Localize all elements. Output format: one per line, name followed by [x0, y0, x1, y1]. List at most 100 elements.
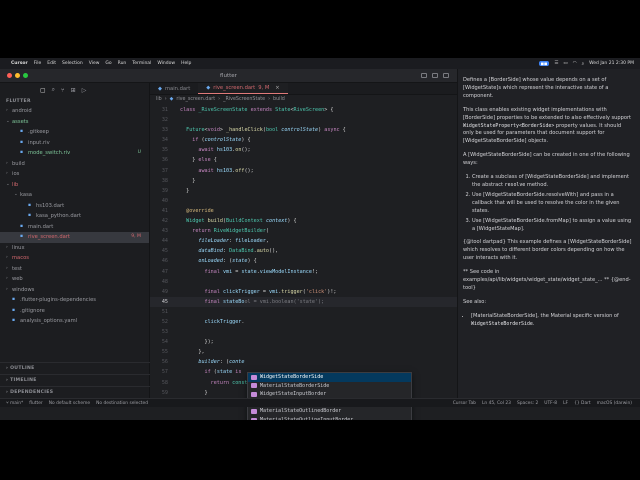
sidebar-item-web[interactable]: › web	[0, 274, 149, 285]
menu-help[interactable]: Help	[181, 61, 191, 66]
screen: Cursor File Edit Selection View Go Run T…	[0, 58, 640, 420]
explorer-icon[interactable]: ▢	[40, 87, 46, 94]
sidebar-item-lib[interactable]: ⌄ lib	[0, 180, 149, 191]
layout-icon[interactable]	[443, 73, 449, 78]
sidebar-item-macos[interactable]: › macos	[0, 253, 149, 264]
suggestion-item[interactable]: MaterialStateBorderSide	[248, 382, 411, 391]
battery-icon[interactable]: ▭	[563, 61, 567, 66]
menu-window[interactable]: Window	[157, 61, 175, 66]
tab-main-dart[interactable]: ◆ main.dart	[150, 83, 198, 94]
sidebar-item-hs103-dart[interactable]: ▪ hs103.dart	[0, 201, 149, 212]
menu-bar: Cursor File Edit Selection View Go Run T…	[0, 58, 640, 69]
toggle-sidebar-icon[interactable]	[421, 73, 427, 78]
file-icon: ▪	[12, 297, 16, 302]
dependencies-section[interactable]: › DEPENDENCIES	[0, 386, 150, 398]
menu-go[interactable]: Go	[105, 61, 111, 66]
menu-cursor[interactable]: Cursor	[11, 61, 28, 66]
editor-tabs: ◆ main.dart ◆ rive_screen.dart 9, M ×	[150, 83, 457, 95]
sidebar-item-main-dart[interactable]: ▪ main.dart	[0, 222, 149, 233]
sidebar-item-label: mode_switch.riv	[28, 150, 71, 156]
encoding-status[interactable]: UTF-8	[544, 401, 557, 406]
code-line: 54 });	[161, 339, 214, 346]
menu-run[interactable]: Run	[118, 61, 127, 66]
git-branch[interactable]: ⑂ main*	[6, 400, 23, 406]
sidebar-item-build[interactable]: › build	[0, 159, 149, 170]
class-symbol-icon	[251, 383, 257, 389]
code-line: 51	[161, 308, 168, 315]
suggestion-item[interactable]: WidgetStateBorderSide	[248, 373, 411, 382]
doc-list-item: Use [WidgetStateBorderSide.resolveWith] …	[472, 192, 633, 216]
sidebar-item-label: lib	[12, 181, 19, 188]
sidebar-item-windows[interactable]: › windows	[0, 285, 149, 296]
git-status-badge: U	[137, 150, 141, 155]
status-bar: ⑂ main* flutter No default scheme No des…	[0, 398, 640, 407]
device-status[interactable]: macOS (darwin)	[597, 401, 632, 406]
sidebar-item-mode-switch-riv[interactable]: ▪ mode_switch.riv U	[0, 148, 149, 159]
extensions-icon[interactable]: ⊞	[71, 87, 76, 94]
sidebar-item-analysis-options-yaml[interactable]: ▪ analysis_options.yaml	[0, 316, 149, 327]
breadcrumb: lib › ◆ rive_screen.dart › _RiveScreenStat…	[150, 95, 457, 105]
code-line: 44 fileLoader: fileLoader,	[161, 238, 269, 245]
run-debug-icon[interactable]: ▷	[82, 87, 87, 94]
doc-list-item: [MaterialStateBorderSide], the Material …	[471, 313, 633, 329]
sidebar-item-android[interactable]: › android	[0, 106, 149, 117]
sidebar-item-label: kasa	[20, 192, 32, 198]
source-control-icon[interactable]: ⑂	[61, 87, 65, 94]
file-icon: ▪	[20, 223, 24, 229]
menu-clock[interactable]: Wed Jan 21 2:30 PM	[589, 61, 634, 66]
code-line: 37 await hs103.off();	[161, 167, 254, 174]
destination-status[interactable]: No destination selected	[96, 401, 148, 406]
scheme-status[interactable]: No default scheme	[49, 401, 90, 406]
sidebar-item-gitkeep[interactable]: ▪ .gitkeep	[0, 127, 149, 138]
code-editor[interactable]: 31 class _RiveScreenState extends State<R…	[150, 105, 457, 406]
sidebar-item-input-riv[interactable]: ▪ input.riv	[0, 138, 149, 149]
sidebar-item-kasa[interactable]: ⌄ kasa	[0, 190, 149, 201]
control-center-icon[interactable]: ☰	[554, 61, 558, 66]
code-line: 48	[161, 278, 168, 285]
language-mode[interactable]: {} Dart	[574, 401, 591, 406]
sidebar-item-gitignore[interactable]: ▪ .gitignore	[0, 306, 149, 317]
status-chip-icon[interactable]: ◼◼	[538, 61, 550, 66]
code-line: 34 if (controlState) {	[161, 137, 251, 144]
sidebar-item-rive-screen-dart[interactable]: ▪ rive_screen.dart 9, M	[0, 232, 149, 243]
sidebar-item-linux[interactable]: › linux	[0, 243, 149, 254]
toggle-panel-icon[interactable]	[432, 73, 438, 78]
sidebar-item-label: build	[12, 160, 25, 167]
explorer-sidebar: ▢ ⌕ ⑂ ⊞ ▷ FLUTTER › android ⌄ assets ▪ .gitke…	[0, 83, 150, 398]
spotlight-icon[interactable]: ⌕	[582, 61, 585, 67]
code-line: 40	[161, 197, 168, 204]
sidebar-item-label: analysis_options.yaml	[20, 318, 78, 324]
menu-view[interactable]: View	[89, 61, 100, 66]
tab-rive-screen-dart[interactable]: ◆ rive_screen.dart 9, M ×	[198, 83, 288, 94]
eol-status[interactable]: LF	[563, 401, 568, 406]
workspace-name[interactable]: flutter	[29, 401, 43, 406]
code-line: 32	[161, 117, 168, 124]
explorer-section-title[interactable]: FLUTTER	[0, 97, 149, 106]
timeline-section[interactable]: › TIMELINE	[0, 374, 150, 386]
sidebar-item-test[interactable]: › test	[0, 264, 149, 275]
sidebar-item-label: linux	[12, 244, 25, 251]
cursor-position[interactable]: Ln 45, Col 23	[482, 401, 511, 406]
class-symbol-icon	[251, 417, 257, 420]
wifi-icon[interactable]: ◠	[573, 61, 577, 66]
menu-selection[interactable]: Selection	[62, 61, 83, 66]
dart-file-icon: ◆	[206, 85, 211, 91]
sidebar-item-kasa-python-dart[interactable]: ▪ kasa_python.dart	[0, 211, 149, 222]
sidebar-item-flutter-plugins-dependencies[interactable]: ▪ .flutter-plugins-dependencies	[0, 295, 149, 306]
sidebar-item-label: macos	[12, 255, 29, 261]
menu-edit[interactable]: Edit	[47, 61, 56, 66]
sidebar-item-ios[interactable]: › ios	[0, 169, 149, 180]
sidebar-item-label: ios	[12, 171, 20, 177]
menu-file[interactable]: File	[34, 61, 42, 66]
suggestion-item[interactable]: MaterialStateOutlinedBorder	[248, 407, 411, 416]
cursor-tab-status[interactable]: Cursor Tab	[453, 401, 476, 406]
menu-terminal[interactable]: Terminal	[132, 61, 151, 66]
search-icon[interactable]: ⌕	[52, 86, 55, 94]
doc-paragraph: This class enables existing widget imple…	[463, 106, 632, 145]
sidebar-item-assets[interactable]: ⌄ assets	[0, 117, 149, 128]
suggestion-label: MaterialStateOutlineInputBorder	[260, 416, 354, 420]
suggestion-item[interactable]: MaterialStateOutlineInputBorder	[248, 416, 411, 420]
outline-section[interactable]: › OUTLINE	[0, 362, 150, 374]
close-tab-icon[interactable]: ×	[275, 85, 279, 91]
indentation-status[interactable]: Spaces: 2	[517, 401, 538, 406]
